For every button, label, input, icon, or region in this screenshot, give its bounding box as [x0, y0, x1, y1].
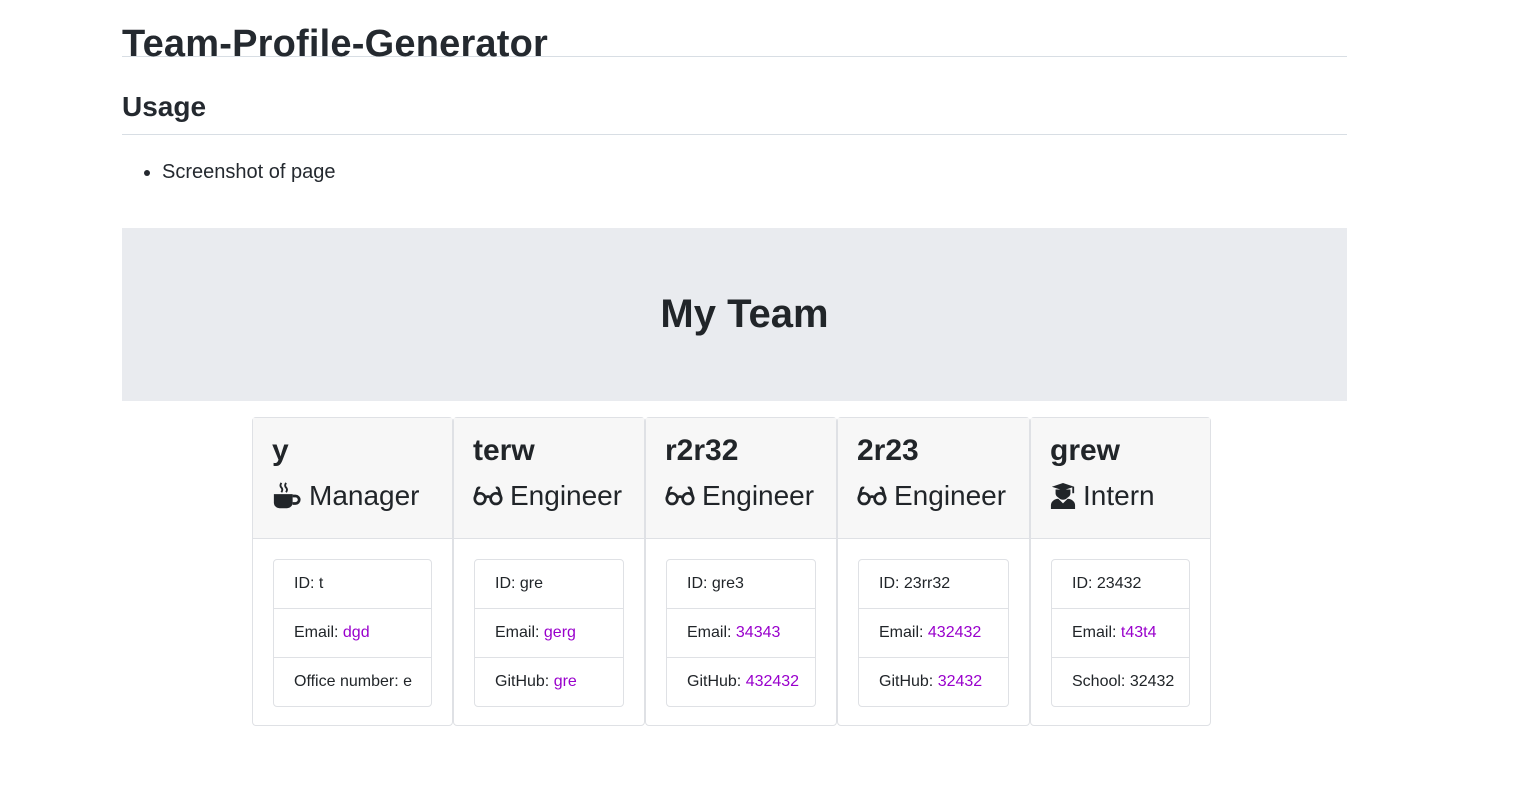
card-body: ID: gre3 Email: 34343 GitHub: 432432	[646, 539, 836, 727]
team-cards: y Manager ID: t Email: dgd Office number…	[252, 417, 1211, 726]
employee-id: ID: gre3	[667, 560, 815, 609]
card-header: grew Intern	[1031, 418, 1210, 539]
graduate-icon	[1050, 483, 1076, 509]
team-page-screenshot: My Team y Manager ID: t Email: dgd Offic…	[122, 228, 1347, 793]
employee-role: Intern	[1050, 476, 1191, 516]
employee-github: GitHub: gre	[495, 673, 577, 690]
employee-email: Email: dgd	[274, 609, 431, 658]
card-body: ID: gre Email: gerg GitHub: gre	[454, 539, 644, 727]
email-link[interactable]: dgd	[343, 624, 370, 641]
coffee-mug-icon	[273, 482, 301, 509]
employee-card: y Manager ID: t Email: dgd Office number…	[252, 417, 453, 726]
github-link[interactable]: 32432	[938, 673, 983, 690]
employee-details: ID: 23rr32 Email: 432432 GitHub: 32432	[858, 559, 1009, 707]
team-header: My Team	[122, 228, 1347, 401]
employee-details: ID: t Email: dgd Office number: e	[273, 559, 432, 707]
card-body: ID: 23rr32 Email: 432432 GitHub: 32432	[838, 539, 1029, 727]
email-link[interactable]: gerg	[544, 624, 576, 641]
employee-details: ID: gre3 Email: 34343 GitHub: 432432	[666, 559, 816, 707]
email-link[interactable]: t43t4	[1121, 624, 1157, 641]
card-body: ID: 23432 Email: t43t4 School: 32432	[1031, 539, 1210, 727]
team-heading: My Team	[660, 292, 829, 336]
employee-name: terw	[473, 434, 535, 467]
employee-role: Engineer	[473, 476, 625, 516]
card-header: r2r32 Engineer	[646, 418, 836, 539]
usage-heading: Usage	[122, 85, 1347, 135]
employee-card: r2r32 Engineer ID: gre3 Email: 34343 Git…	[645, 417, 837, 726]
role-label: Engineer	[702, 480, 815, 511]
employee-card: grew Intern ID: 23432 Email: t43t4 Schoo…	[1030, 417, 1211, 726]
role-label: Engineer	[894, 480, 1007, 511]
employee-card: 2r23 Engineer ID: 23rr32 Email: 432432 G…	[837, 417, 1030, 726]
employee-details: ID: gre Email: gerg GitHub: gre	[474, 559, 624, 707]
employee-email: Email: gerg	[475, 609, 623, 658]
card-header: terw Engineer	[454, 418, 644, 539]
glasses-icon	[857, 486, 887, 506]
list-item: Screenshot of page	[162, 155, 1347, 189]
github-link[interactable]: 432432	[746, 673, 799, 690]
email-link[interactable]: 34343	[736, 624, 781, 641]
office-number: Office number: e	[294, 673, 412, 690]
employee-id: ID: 23432	[1052, 560, 1189, 609]
employee-name: grew	[1050, 434, 1121, 467]
usage-list: Screenshot of page	[122, 155, 1347, 189]
card-body: ID: t Email: dgd Office number: e	[253, 539, 452, 727]
employee-github: GitHub: 32432	[879, 673, 983, 690]
employee-email: Email: t43t4	[1052, 609, 1189, 658]
employee-details: ID: 23432 Email: t43t4 School: 32432	[1051, 559, 1190, 707]
email-link[interactable]: 432432	[928, 624, 981, 641]
readme-content: Team-Profile-Generator Usage Screenshot …	[122, 0, 1347, 189]
role-label: Manager	[309, 480, 420, 511]
employee-name: 2r23	[857, 434, 919, 467]
employee-role: Engineer	[665, 476, 817, 516]
employee-school: School: 32432	[1072, 673, 1175, 690]
glasses-icon	[665, 486, 695, 506]
employee-role: Manager	[272, 476, 433, 516]
card-header: y Manager	[253, 418, 452, 539]
employee-email: Email: 432432	[859, 609, 1008, 658]
role-label: Intern	[1083, 480, 1155, 511]
employee-github: GitHub: 432432	[687, 673, 800, 690]
employee-id: ID: t	[274, 560, 431, 609]
employee-email: Email: 34343	[667, 609, 815, 658]
github-link[interactable]: gre	[554, 673, 577, 690]
employee-name: y	[272, 434, 289, 467]
employee-id: ID: gre	[475, 560, 623, 609]
role-label: Engineer	[510, 480, 623, 511]
card-header: 2r23 Engineer	[838, 418, 1029, 539]
employee-card: terw Engineer ID: gre Email: gerg GitHub…	[453, 417, 645, 726]
glasses-icon	[473, 486, 503, 506]
employee-id: ID: 23rr32	[859, 560, 1008, 609]
employee-name: r2r32	[665, 434, 739, 467]
page-title: Team-Profile-Generator	[122, 0, 1347, 65]
employee-role: Engineer	[857, 476, 1010, 516]
